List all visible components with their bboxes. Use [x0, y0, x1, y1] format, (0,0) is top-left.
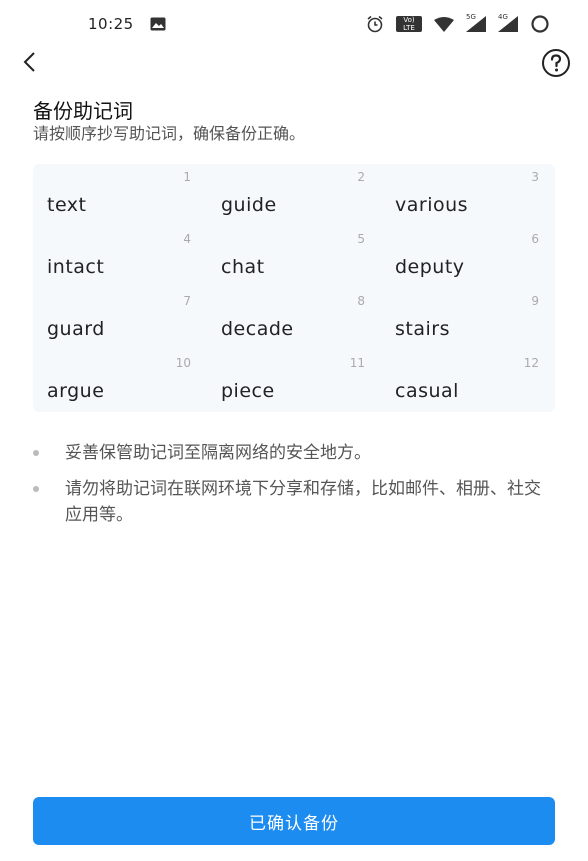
mnemonic-number: 8 — [357, 294, 365, 308]
status-right: Vo) LTE 5G 4G — [366, 13, 550, 34]
alarm-icon — [366, 15, 384, 33]
tip-item: 妥善保管助记词至隔离网络的安全地方。 — [33, 440, 555, 466]
confirm-backup-button[interactable]: 已确认备份 — [33, 797, 555, 845]
battery-ring-icon — [530, 14, 550, 34]
wifi-icon — [434, 16, 454, 32]
mnemonic-cell: 3 various — [381, 164, 555, 226]
mnemonic-word: stairs — [395, 318, 450, 340]
top-nav — [0, 44, 588, 80]
status-time: 10:25 — [88, 15, 134, 33]
mnemonic-word: various — [395, 194, 469, 216]
mnemonic-word: argue — [47, 380, 105, 402]
bullet-dot-icon — [33, 486, 39, 492]
tip-item: 请勿将助记词在联网环境下分享和存储，比如邮件、相册、社交应用等。 — [33, 476, 555, 528]
signal-4g-label: 4G — [498, 13, 508, 21]
mnemonic-word: guide — [221, 194, 277, 216]
mnemonic-number: 5 — [357, 232, 365, 246]
mnemonic-word: decade — [221, 318, 294, 340]
mnemonic-word: guard — [47, 318, 105, 340]
mnemonic-number: 11 — [349, 356, 365, 370]
mnemonic-cell: 5 chat — [207, 226, 381, 288]
status-bar: 10:25 Vo) LTE 5G 4G — [0, 0, 588, 48]
mnemonic-number: 12 — [523, 356, 539, 370]
page-subtitle: 请按顺序抄写助记词，确保备份正确。 — [33, 124, 306, 143]
help-button[interactable] — [540, 47, 572, 79]
cellular-signal-4g-icon: 4G — [498, 13, 518, 32]
mnemonic-cell: 2 guide — [207, 164, 381, 226]
cellular-signal-5g-icon: 5G — [466, 13, 486, 32]
volte-icon: Vo) LTE — [396, 16, 422, 32]
mnemonic-word: intact — [47, 256, 105, 278]
tips-list: 妥善保管助记词至隔离网络的安全地方。 请勿将助记词在联网环境下分享和存储，比如邮… — [33, 440, 555, 538]
mnemonic-cell: 11 piece — [207, 350, 381, 412]
mnemonic-word: chat — [221, 256, 265, 278]
bullet-dot-icon — [33, 450, 39, 456]
volte-label: Vo) LTE — [403, 16, 415, 32]
tip-text: 请勿将助记词在联网环境下分享和存储，比如邮件、相册、社交应用等。 — [65, 479, 541, 525]
mnemonic-cell: 9 stairs — [381, 288, 555, 350]
mnemonic-number: 4 — [183, 232, 191, 246]
mnemonic-cell: 12 casual — [381, 350, 555, 412]
back-button[interactable] — [16, 48, 44, 76]
status-left: 10:25 — [88, 15, 166, 33]
mnemonic-number: 10 — [175, 356, 191, 370]
mnemonic-grid: 1 text 2 guide 3 various 4 intact 5 chat 6 dep… — [33, 164, 555, 412]
mnemonic-number: 9 — [531, 294, 539, 308]
image-notification-icon — [150, 17, 166, 31]
mnemonic-cell: 4 intact — [33, 226, 207, 288]
tip-text: 妥善保管助记词至隔离网络的安全地方。 — [65, 443, 371, 463]
mnemonic-number: 3 — [531, 170, 539, 184]
mnemonic-number: 1 — [183, 170, 191, 184]
mnemonic-word: piece — [221, 380, 275, 402]
mnemonic-cell: 8 decade — [207, 288, 381, 350]
mnemonic-cell: 7 guard — [33, 288, 207, 350]
question-circle-icon — [542, 49, 570, 77]
mnemonic-cell: 10 argue — [33, 350, 207, 412]
mnemonic-number: 7 — [183, 294, 191, 308]
mnemonic-word: deputy — [395, 256, 465, 278]
chevron-left-icon — [23, 52, 35, 72]
mnemonic-cell: 6 deputy — [381, 226, 555, 288]
signal-5g-label: 5G — [466, 13, 476, 21]
mnemonic-word: text — [47, 194, 87, 216]
mnemonic-number: 2 — [357, 170, 365, 184]
mnemonic-number: 6 — [531, 232, 539, 246]
mnemonic-cell: 1 text — [33, 164, 207, 226]
mnemonic-word: casual — [395, 380, 459, 402]
